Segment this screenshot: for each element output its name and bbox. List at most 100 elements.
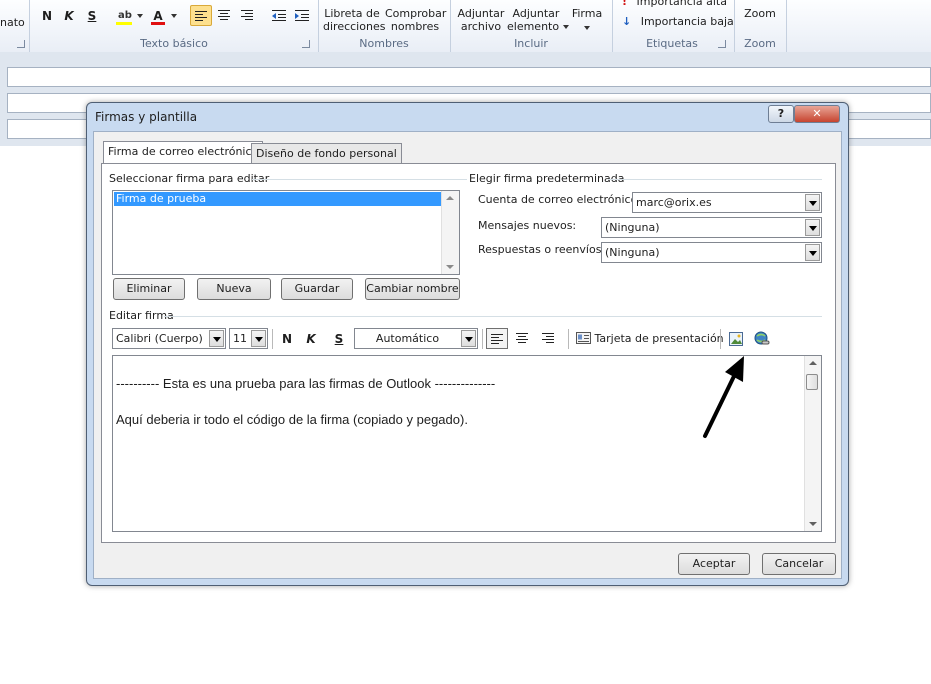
divider xyxy=(252,179,467,180)
dialog-launcher-icon[interactable] xyxy=(302,40,310,48)
group-label-zoom: Zoom xyxy=(744,37,776,50)
arrow-down-icon: ↓ xyxy=(622,15,632,28)
bold-button[interactable]: N xyxy=(39,8,55,24)
align-right-button[interactable] xyxy=(539,329,557,350)
underline-button[interactable]: S xyxy=(331,330,347,348)
chevron-down-icon[interactable] xyxy=(251,330,266,347)
dialog-launcher-icon[interactable] xyxy=(17,40,25,48)
chevron-down-icon[interactable] xyxy=(805,194,820,211)
align-left-button[interactable] xyxy=(190,5,212,26)
adjuntar-archivo-button[interactable]: Adjuntar archivo xyxy=(456,7,506,33)
close-button[interactable]: ✕ xyxy=(794,105,840,123)
font-color-button[interactable]: A xyxy=(150,8,166,25)
toolbar-separator xyxy=(272,329,273,349)
cancelar-button[interactable]: Cancelar xyxy=(762,553,836,575)
help-button[interactable]: ? xyxy=(768,105,794,123)
chevron-down-icon[interactable] xyxy=(805,244,820,261)
aceptar-button[interactable]: Aceptar xyxy=(678,553,750,575)
chevron-down-icon[interactable] xyxy=(171,14,177,18)
align-right-button[interactable] xyxy=(238,6,256,27)
tab-panel: Seleccionar firma para editar Firma de p… xyxy=(101,163,836,543)
importancia-baja-button[interactable]: ↓ Importancia baja xyxy=(622,15,734,29)
editor-scrollbar[interactable] xyxy=(804,356,821,531)
align-center-button[interactable] xyxy=(513,329,531,350)
align-left-icon xyxy=(491,334,503,344)
to-field[interactable] xyxy=(7,67,931,87)
insert-image-button[interactable] xyxy=(728,331,744,350)
group-label-nombres: Nombres xyxy=(359,37,409,50)
highlight-button[interactable]: ab xyxy=(114,8,136,25)
nueva-button[interactable]: Nueva xyxy=(197,278,271,300)
close-icon: ✕ xyxy=(812,107,822,120)
scroll-thumb[interactable] xyxy=(806,374,818,390)
scroll-up-icon[interactable] xyxy=(446,196,454,200)
align-left-icon xyxy=(195,11,207,21)
tarjeta-presentacion-button[interactable]: Tarjeta de presentación xyxy=(576,330,724,348)
mensajes-select[interactable]: (Ninguna) xyxy=(601,217,822,238)
dialog-client: Firma de correo electrónico Diseño de fo… xyxy=(93,131,842,579)
list-item[interactable]: Firma de prueba xyxy=(114,192,441,206)
ribbon-separator xyxy=(786,0,787,52)
increase-indent-icon xyxy=(295,10,309,21)
firma-button[interactable]: Firma xyxy=(568,7,606,33)
italic-button[interactable]: K xyxy=(303,330,319,348)
cuenta-select[interactable]: marc@orix.es xyxy=(632,192,822,213)
align-center-icon xyxy=(218,10,230,20)
chevron-down-icon[interactable] xyxy=(209,330,224,347)
align-center-button[interactable] xyxy=(215,6,233,27)
chevron-down-icon[interactable] xyxy=(461,330,476,347)
default-signature-label: Elegir firma predeterminada xyxy=(469,172,625,185)
cambiar-nombre-button[interactable]: Cambiar nombre xyxy=(365,278,460,300)
list-scrollbar[interactable] xyxy=(441,191,459,274)
font-color-select[interactable]: Automático xyxy=(354,328,478,349)
signature-list[interactable]: Firma de prueba xyxy=(112,190,460,275)
align-right-icon xyxy=(241,10,253,20)
font-select[interactable]: Calibri (Cuerpo) xyxy=(112,328,226,349)
mensajes-label: Mensajes nuevos: xyxy=(478,219,577,232)
chevron-down-icon[interactable] xyxy=(805,219,820,236)
bold-button[interactable]: N xyxy=(279,330,295,348)
chevron-down-icon xyxy=(584,26,590,30)
help-icon: ? xyxy=(777,107,785,120)
eliminar-button[interactable]: Eliminar xyxy=(113,278,185,300)
zoom-button[interactable]: Zoom xyxy=(740,7,780,20)
decrease-indent-icon xyxy=(272,10,286,21)
business-card-icon xyxy=(576,332,591,344)
scroll-down-icon[interactable] xyxy=(809,522,817,526)
underline-button[interactable]: S xyxy=(84,8,100,24)
editor-text-line[interactable]: Aquí deberia ir todo el código de la fir… xyxy=(116,412,468,427)
importancia-alta-button[interactable]: ! Importancia alta xyxy=(622,0,727,8)
dialog-launcher-icon[interactable] xyxy=(718,40,726,48)
highlight-icon: ab xyxy=(118,10,132,21)
exclamation-icon: ! xyxy=(622,0,628,8)
image-icon xyxy=(729,332,743,346)
toolbar-separator xyxy=(568,329,569,349)
formato-button-partial[interactable]: nato xyxy=(0,16,25,29)
increase-indent-button[interactable] xyxy=(293,6,311,27)
tab-diseno-fondo[interactable]: Diseño de fondo personal xyxy=(251,143,402,165)
respuestas-label: Respuestas o reenvíos: xyxy=(478,243,606,256)
divider xyxy=(164,316,822,317)
scroll-up-icon[interactable] xyxy=(809,361,817,365)
font-size-select[interactable]: 11 xyxy=(229,328,268,349)
adjuntar-elemento-button[interactable]: Adjuntar elemento xyxy=(507,7,569,33)
annotation-arrow-icon xyxy=(703,356,744,438)
cuenta-label: Cuenta de correo electrónico: xyxy=(478,193,642,206)
decrease-indent-button[interactable] xyxy=(270,6,288,27)
highlight-color-bar xyxy=(116,22,132,25)
editor-text-line[interactable]: ---------- Esta es una prueba para las f… xyxy=(116,376,495,391)
libreta-direcciones-button[interactable]: Libreta de direcciones xyxy=(323,7,385,33)
respuestas-select[interactable]: (Ninguna) xyxy=(601,242,822,263)
align-left-button[interactable] xyxy=(486,328,508,349)
italic-button[interactable]: K xyxy=(61,8,77,24)
hyperlink-globe-icon xyxy=(754,331,770,345)
tab-firma-correo[interactable]: Firma de correo electrónico xyxy=(103,141,264,165)
comprobar-nombres-button[interactable]: Comprobar nombres xyxy=(385,7,446,33)
divider xyxy=(608,179,822,180)
ribbon: nato N K S ab A Texto básico Libreta de … xyxy=(0,0,931,53)
guardar-button[interactable]: Guardar xyxy=(281,278,353,300)
dialog-title: Firmas y plantilla xyxy=(95,110,198,124)
chevron-down-icon[interactable] xyxy=(137,14,143,18)
insert-hyperlink-button[interactable] xyxy=(753,330,771,351)
scroll-down-icon[interactable] xyxy=(446,265,454,269)
